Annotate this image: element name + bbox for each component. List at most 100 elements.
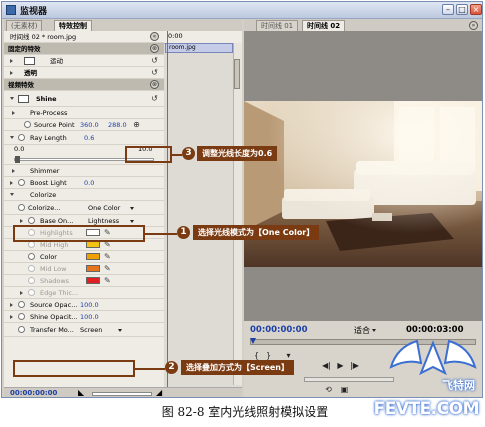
collapse-arrow-icon[interactable] — [10, 193, 14, 196]
collapse-icon[interactable]: « — [150, 32, 159, 41]
step-forward-icon[interactable]: |▶ — [350, 361, 359, 370]
callout-badge-1: 1 — [177, 226, 190, 239]
reset-icon[interactable]: ↺ — [150, 94, 159, 103]
expand-arrow-icon[interactable] — [12, 169, 15, 173]
colorize-row[interactable]: Colorize — [4, 189, 164, 201]
header-toggle-icon[interactable]: ⊗ — [150, 80, 159, 89]
expand-arrow-icon[interactable] — [20, 291, 23, 295]
eyedropper-icon[interactable]: ✎ — [104, 264, 111, 274]
motion-row[interactable]: 运动 ↺ — [4, 55, 164, 67]
timeline-clip-bar[interactable]: room.jpg — [165, 43, 233, 53]
shine-opacity-value[interactable]: 100.0 — [80, 312, 99, 322]
collapse-arrow-icon[interactable] — [10, 136, 14, 139]
stopwatch-icon[interactable] — [18, 326, 25, 333]
color-label: Color — [40, 253, 57, 261]
colorize-mode-label: Colorize... — [28, 204, 61, 212]
stopwatch-icon[interactable] — [18, 313, 25, 320]
playhead-icon[interactable] — [250, 338, 256, 344]
current-timecode[interactable]: 00:00:00:00 — [250, 325, 308, 335]
set-out-icon[interactable]: } — [264, 351, 273, 360]
effect-timeline: 0:00 — [164, 31, 242, 397]
colorize-mode-select[interactable]: One Color — [88, 203, 120, 213]
source-point-x[interactable]: 360.0 — [80, 120, 99, 130]
color-label: Mid Low — [40, 265, 67, 273]
boost-light-value[interactable]: 0.0 — [84, 178, 94, 188]
stopwatch-icon[interactable] — [28, 241, 35, 248]
header-toggle-icon[interactable]: ⊗ — [150, 44, 159, 53]
reset-icon[interactable]: ↺ — [150, 56, 159, 65]
tab-no-clip[interactable]: (无素材) — [6, 20, 43, 31]
collapse-arrow-icon[interactable] — [10, 97, 14, 100]
source-point-y[interactable]: 288.0 — [108, 120, 127, 130]
crosshair-icon[interactable]: ⊕ — [132, 120, 141, 129]
stopwatch-icon[interactable] — [18, 134, 25, 141]
color-swatch[interactable] — [86, 265, 100, 272]
reset-icon[interactable]: ↺ — [150, 68, 159, 77]
dropdown-arrow-icon[interactable] — [372, 329, 376, 332]
loop-icon[interactable]: ⟲ — [324, 385, 333, 394]
stopwatch-icon[interactable] — [18, 301, 25, 308]
stopwatch-icon[interactable] — [28, 253, 35, 260]
zoom-slider[interactable] — [92, 392, 152, 396]
stopwatch-icon[interactable] — [18, 204, 25, 211]
fit-select[interactable]: 适合 — [354, 325, 370, 336]
safe-margins-icon[interactable]: ▣ — [340, 385, 349, 394]
dropdown-arrow-icon[interactable] — [118, 329, 122, 332]
color-swatch[interactable] — [86, 253, 100, 260]
jog-shuttle[interactable] — [304, 377, 394, 382]
color-label: Shadows — [40, 277, 70, 285]
expand-arrow-icon[interactable] — [10, 303, 13, 307]
dropdown-arrow-icon[interactable] — [130, 207, 134, 210]
effect-timecode[interactable]: 00:00:00:00 — [10, 389, 57, 397]
fixed-effects-header[interactable]: 固定的特效 ⊗ — [4, 43, 164, 55]
play-icon[interactable]: ▶ — [336, 361, 345, 370]
tab-timeline-01[interactable]: 时间线 01 — [256, 20, 299, 31]
eyedropper-icon[interactable]: ✎ — [104, 252, 111, 262]
panel-menu-icon[interactable]: » — [469, 21, 478, 30]
set-in-icon[interactable]: { — [252, 351, 261, 360]
fixed-effects-label: 固定的特效 — [8, 45, 41, 53]
ray-length-value[interactable]: 0.6 — [84, 133, 94, 143]
eyedropper-icon[interactable]: ✎ — [104, 276, 111, 286]
tab-timeline-02[interactable]: 时间线 02 — [302, 20, 346, 31]
shimmer-row[interactable]: Shimmer — [4, 165, 164, 177]
zoom-out-icon[interactable]: ◣ — [78, 388, 84, 397]
opacity-row[interactable]: 透明 ↺ — [4, 67, 164, 79]
expand-arrow-icon[interactable] — [20, 219, 23, 223]
stopwatch-icon[interactable] — [24, 121, 31, 128]
effect-list: 时间线 02 * room.jpg « 固定的特效 ⊗ 运动 ↺ 透明 ↺ 视频… — [4, 31, 164, 397]
boost-light-label: Boost Light — [30, 179, 67, 187]
scrollbar-thumb[interactable] — [234, 59, 240, 89]
minimize-button[interactable]: – — [442, 4, 454, 15]
expand-arrow-icon[interactable] — [10, 59, 13, 63]
pre-process-row[interactable]: Pre-Process — [4, 107, 164, 119]
source-point-label: Source Point — [34, 121, 75, 129]
step-back-icon[interactable]: ◀| — [322, 361, 331, 370]
maximize-button[interactable]: □ — [456, 4, 468, 15]
expand-arrow-icon[interactable] — [10, 181, 13, 185]
stopwatch-icon[interactable] — [18, 179, 25, 186]
video-effects-header[interactable]: 视频特效 ⊗ — [4, 79, 164, 91]
close-button[interactable]: × — [470, 4, 482, 15]
tab-effect-controls[interactable]: 特效控制 — [54, 20, 92, 31]
ray-length-row: Ray Length 0.6 — [4, 131, 164, 145]
color-swatch[interactable] — [86, 277, 100, 284]
expand-arrow-icon[interactable] — [10, 71, 13, 75]
source-opacity-label: Source Opac... — [30, 301, 78, 309]
current-time-indicator[interactable] — [167, 31, 168, 387]
shine-row[interactable]: Shine ↺ — [4, 91, 164, 107]
stopwatch-icon[interactable] — [28, 277, 35, 284]
expand-arrow-icon[interactable] — [10, 315, 13, 319]
source-opacity-value[interactable]: 100.0 — [80, 300, 99, 310]
stopwatch-icon[interactable] — [28, 217, 35, 224]
dropdown-arrow-icon[interactable] — [130, 220, 134, 223]
zoom-in-icon[interactable]: ◢ — [156, 388, 162, 397]
vertical-scrollbar[interactable] — [233, 43, 242, 385]
stopwatch-icon[interactable] — [28, 265, 35, 272]
stopwatch-icon[interactable] — [28, 289, 35, 296]
expand-arrow-icon[interactable] — [12, 111, 15, 115]
color-swatch[interactable] — [86, 241, 100, 248]
transfer-mode-select[interactable]: Screen — [80, 325, 102, 335]
marker-icon[interactable]: ▾ — [284, 351, 293, 360]
slider-knob[interactable] — [15, 156, 20, 163]
